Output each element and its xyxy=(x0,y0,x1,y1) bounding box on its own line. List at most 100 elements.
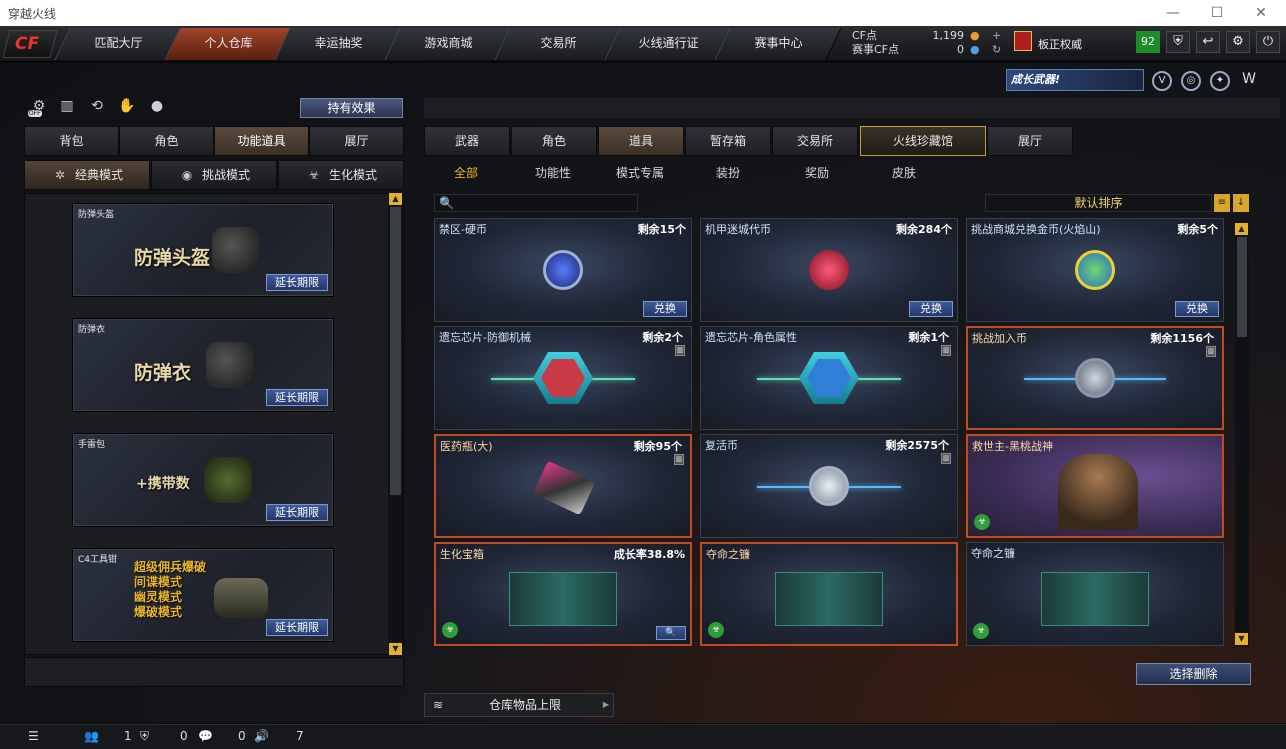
exchange-button[interactable]: 兑换 xyxy=(1175,301,1219,317)
refresh-icon[interactable]: ↻ xyxy=(992,43,1001,57)
cf-coin-icon: ● xyxy=(970,29,980,42)
list-icon[interactable]: ≡ xyxy=(1214,194,1230,212)
nav-tab-exchange[interactable]: 交易所 xyxy=(494,28,622,60)
rank-icon xyxy=(1014,31,1032,51)
item-grenade-pack[interactable]: 手雷包 +携带数 延长期限 xyxy=(73,434,333,526)
item-card[interactable]: 医药瓶(大) 剩余95个 ▥ xyxy=(434,434,692,538)
mode-challenge[interactable]: ◉ 挑战模式 xyxy=(151,160,277,190)
item-helmet[interactable]: 防弹头盔 防弹头盔 延长期限 xyxy=(73,204,333,296)
close-button[interactable]: ✕ xyxy=(1238,0,1284,26)
magnify-button[interactable]: 🔍 xyxy=(656,626,686,640)
item-c4-pliers[interactable]: C4工具钳 超级佣兵爆破 间谍模式 幽灵模式 爆破模式 延长期限 xyxy=(73,549,333,641)
item-card[interactable]: 夺命之镰 ☣ xyxy=(966,542,1224,646)
tab-collection[interactable]: 火线珍藏馆 xyxy=(860,126,986,156)
scroll-up-icon: ▲ xyxy=(389,193,402,205)
left-scrollbar[interactable]: ▲ ▼ xyxy=(388,193,403,655)
tab-props[interactable]: 道具 xyxy=(598,126,684,156)
tab-display[interactable]: 展厅 xyxy=(987,126,1073,156)
held-effect-button[interactable]: 持有效果 xyxy=(300,98,403,118)
bomb-icon[interactable]: ● xyxy=(146,98,168,120)
trash-icon[interactable]: ▥ xyxy=(941,345,951,356)
minimize-button[interactable]: — xyxy=(1150,0,1196,26)
nav-tab-shop[interactable]: 游戏商城 xyxy=(384,28,512,60)
power-icon[interactable]: ⏻ xyxy=(1256,31,1280,53)
challenge-icon: ◉ xyxy=(181,168,193,182)
nav-tab-events[interactable]: 赛事中心 xyxy=(714,28,842,60)
shield-icon[interactable]: ⛨ xyxy=(1166,31,1190,53)
right-scrollbar[interactable]: ▲ ▼ xyxy=(1235,221,1249,647)
volume-icon[interactable]: 🔊 xyxy=(254,729,269,743)
tab-backpack[interactable]: 背包 xyxy=(24,126,119,156)
search-input[interactable]: 🔍 xyxy=(434,194,638,212)
cf-logo[interactable]: CF xyxy=(2,30,58,58)
target-icon[interactable]: ◎ xyxy=(1181,71,1201,91)
claw-icon[interactable]: ✦ xyxy=(1210,71,1230,91)
currency-info: CF点 1,199 ● + 赛事CF点 0 ● ↻ xyxy=(852,29,1001,57)
shield-status-icon[interactable]: ⛨ xyxy=(140,729,149,744)
tab-storage[interactable]: 暂存箱 xyxy=(685,126,771,156)
chat-icon[interactable]: 💬 xyxy=(198,729,213,743)
add-cf-button[interactable]: + xyxy=(992,29,1001,43)
extend-button[interactable]: 延长期限 xyxy=(266,389,328,406)
nav-tab-lucky-draw[interactable]: 幸运抽奖 xyxy=(274,28,402,60)
subtab-costume[interactable]: 装扮 xyxy=(716,164,740,181)
sort-dropdown[interactable]: 默认排序 xyxy=(985,194,1212,212)
exchange-button[interactable]: 兑换 xyxy=(909,301,953,317)
effect-off-icon[interactable]: ⚙ OFF xyxy=(28,98,50,120)
trash-icon[interactable]: ▥ xyxy=(674,454,684,465)
select-delete-button[interactable]: 选择删除 xyxy=(1136,663,1251,685)
item-card[interactable]: 机甲迷城代币 剩余284个 兑换 xyxy=(700,218,958,322)
back-icon[interactable]: ↩ xyxy=(1196,31,1220,53)
trash-icon[interactable]: ▥ xyxy=(1206,346,1216,357)
mode-biochem[interactable]: ☣ 生化模式 xyxy=(278,160,404,190)
biohazard-icon: ☣ xyxy=(308,168,320,182)
extend-button[interactable]: 延长期限 xyxy=(266,274,328,291)
menu-icon[interactable]: ☰ xyxy=(28,729,39,743)
item-card[interactable]: 生化宝箱 成长率38.8% ☣ 🔍 xyxy=(434,542,692,646)
w-logo-icon[interactable]: W xyxy=(1239,71,1259,91)
maximize-button[interactable]: ☐ xyxy=(1194,0,1240,26)
growth-weapon-banner[interactable]: 成长武器! xyxy=(1006,69,1144,91)
trash-icon[interactable]: ▥ xyxy=(675,345,685,356)
badge-icon[interactable]: V xyxy=(1152,71,1172,91)
medic-gun-icon xyxy=(532,460,596,516)
stats-icon[interactable]: ▥ xyxy=(56,98,78,120)
tab-character[interactable]: 角色 xyxy=(119,126,214,156)
extend-button[interactable]: 延长期限 xyxy=(266,504,328,521)
subtab-functional[interactable]: 功能性 xyxy=(535,164,571,181)
tab-weapons[interactable]: 武器 xyxy=(424,126,510,156)
subtab-all[interactable]: 全部 xyxy=(454,164,478,181)
friends-icon[interactable]: 👥 xyxy=(84,729,99,743)
search-icon: 🔍 xyxy=(439,196,454,210)
tab-showroom[interactable]: 展厅 xyxy=(309,126,404,156)
item-card[interactable]: 遗忘芯片-防御机械 剩余2个 ▥ xyxy=(434,326,692,430)
subtab-skin[interactable]: 皮肤 xyxy=(892,164,916,181)
nav-tab-warehouse[interactable]: 个人仓库 xyxy=(164,28,292,60)
rotate-icon[interactable]: ⟲ xyxy=(86,98,108,120)
item-card[interactable]: 禁区-硬币 剩余15个 兑换 xyxy=(434,218,692,322)
item-card[interactable]: 遗忘芯片-角色属性 剩余1个 ▥ xyxy=(700,326,958,430)
exchange-button[interactable]: 兑换 xyxy=(643,301,687,317)
item-card[interactable]: 挑战加入币 剩余1156个 ▥ xyxy=(966,326,1224,430)
subtab-mode[interactable]: 模式专属 xyxy=(616,164,664,181)
item-grid: 禁区-硬币 剩余15个 兑换 机甲迷城代币 剩余284个 兑换 挑战商城兑换金币(火… xyxy=(434,218,1230,650)
tab-function-items[interactable]: 功能道具 xyxy=(214,126,309,156)
extend-button[interactable]: 延长期限 xyxy=(266,619,328,636)
trash-icon[interactable]: ▥ xyxy=(941,453,951,464)
tab-roles[interactable]: 角色 xyxy=(511,126,597,156)
nav-tab-pass[interactable]: 火线通行证 xyxy=(604,28,732,60)
item-card[interactable]: 夺命之镰 ☣ xyxy=(700,542,958,646)
item-card[interactable]: 救世主-黑桃战神 ☣ xyxy=(966,434,1224,538)
tab-trade[interactable]: 交易所 xyxy=(772,126,858,156)
hand-icon[interactable]: ✋ xyxy=(116,98,138,120)
gear-icon[interactable]: ⚙ xyxy=(1226,31,1250,53)
layers-icon: ≋ xyxy=(432,698,444,712)
nav-tab-match-lobby[interactable]: 匹配大厅 xyxy=(54,28,182,60)
subtab-reward[interactable]: 奖励 xyxy=(805,164,829,181)
mode-classic[interactable]: ✲ 经典模式 xyxy=(24,160,150,190)
item-card[interactable]: 挑战商城兑换金币(火焰山) 剩余5个 兑换 xyxy=(966,218,1224,322)
sort-arrow-icon[interactable]: ↓ xyxy=(1233,194,1249,212)
item-card[interactable]: 复活币 剩余2575个 ▥ xyxy=(700,434,958,538)
capacity-button[interactable]: ≋ 仓库物品上限 ▶ xyxy=(424,693,614,717)
item-vest[interactable]: 防弹衣 防弹衣 延长期限 xyxy=(73,319,333,411)
